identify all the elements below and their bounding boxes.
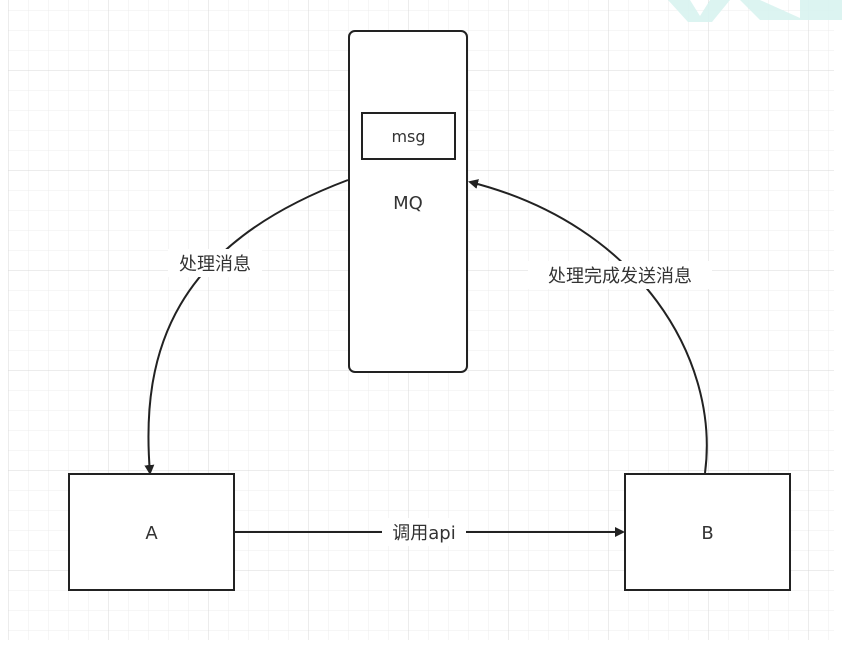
- diagram-svg: msg MQ A B 处理消息 处理完成发送消息 调用api: [8, 0, 842, 640]
- diagram-canvas: msg MQ A B 处理消息 处理完成发送消息 调用api: [0, 0, 842, 650]
- mq-label: MQ: [393, 193, 423, 214]
- mq-node[interactable]: msg MQ: [348, 30, 468, 373]
- node-b-label: B: [701, 523, 713, 544]
- msg-label: msg: [391, 127, 425, 146]
- node-a[interactable]: A: [68, 473, 235, 591]
- edge-b-to-mq-label: 处理完成发送消息: [548, 266, 692, 287]
- node-b[interactable]: B: [624, 473, 791, 591]
- edge-mq-to-a-label: 处理消息: [179, 254, 251, 275]
- node-a-label: A: [145, 523, 158, 544]
- edge-a-to-b-label: 调用api: [392, 523, 455, 544]
